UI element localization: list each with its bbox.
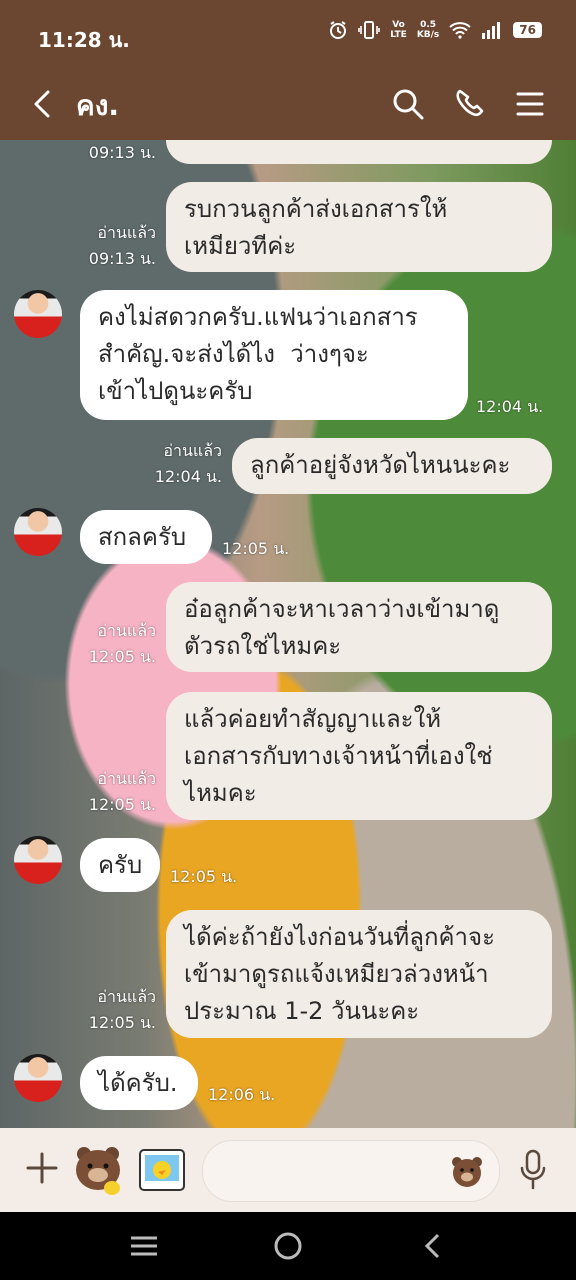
message-bubble-them[interactable]: สกลครับ [80,510,212,564]
alarm-icon [330,21,347,39]
avatar[interactable] [14,1054,62,1102]
message-time: 12:05 น. [170,867,238,886]
photo-sticker-icon[interactable] [134,1142,190,1198]
status-icons: Vo LTE 0.5 KB/s 76 [328,20,542,40]
status-time: 11:28 น. [38,28,130,52]
message-time: 09:13 น. [88,249,156,268]
chat-area[interactable]: ... 09:13 น. รบกวนลูกค้าส่งเอกสารให้ เหม… [0,140,576,1128]
status-bar: 11:28 น. Vo LTE 0.5 KB/s 76 [0,0,576,68]
back-icon[interactable] [26,84,66,124]
avatar[interactable] [14,836,62,884]
system-nav-bar [0,1212,576,1280]
vibrate-icon [358,21,381,39]
read-receipt: อ่านแล้ว [97,769,156,788]
message-time: 12:04 น. [476,397,544,416]
message-bubble-them[interactable]: ครับ [80,838,160,892]
message-bubble-them[interactable]: คงไม่สดวกครับ.แฟนว่าเอกสาร สำคัญ.จะส่งได… [80,290,468,420]
home-icon[interactable] [272,1230,304,1262]
message-bubble-mine[interactable]: อ๋อลูกค้าจะหาเวลาว่างเข้ามาดู ตัวรถใช่ไห… [166,582,552,672]
mic-icon[interactable] [518,1148,548,1192]
message-bubble-mine[interactable]: แล้วค่อยทำสัญญาและให้ เอกสารกับทางเจ้าหน… [166,692,552,820]
read-receipt: อ่านแล้ว [163,441,222,460]
message-text: สกลครับ [98,523,187,551]
message-time: 12:05 น. [222,539,290,558]
message-text: ลูกค้าอยู่จังหวัดไหนนะคะ [250,451,511,479]
message-bubble-mine[interactable]: ลูกค้าอยู่จังหวัดไหนนะคะ [232,438,552,494]
chat-title: คง. [76,89,120,122]
message-bubble-mine[interactable]: ได้ค่ะถ้ายังไงก่อนวันที่ลูกค้าจะ เข้ามาด… [166,910,552,1038]
plus-icon[interactable] [24,1150,60,1186]
message-text: ครับ [98,851,143,879]
message-time: 12:05 น. [88,647,156,666]
message-text: ได้ครับ. [98,1069,178,1097]
battery-level: 76 [513,22,542,38]
nav-back-icon[interactable] [418,1230,450,1262]
message-time: 12:05 น. [88,1013,156,1032]
message-text: รบกวนลูกค้าส่งเอกสารให้ เหมียวทีค่ะ [184,195,448,260]
recents-icon[interactable] [128,1230,160,1262]
message-time: 12:05 น. [88,795,156,814]
wifi-icon [449,22,471,39]
bear-emoji-icon[interactable] [449,1153,485,1189]
network-rate: 0.5 KB/s [416,20,440,40]
menu-icon[interactable] [508,82,552,126]
input-bar [0,1128,576,1212]
bear-sticker-icon[interactable] [70,1142,126,1198]
message-input[interactable] [202,1140,500,1202]
read-receipt: อ่านแล้ว [97,223,156,242]
volte-label: Vo LTE [390,20,407,40]
message-text: คงไม่สดวกครับ.แฟนว่าเอกสาร สำคัญ.จะส่งได… [98,303,418,405]
signal-icon [482,22,501,39]
message-bubble-mine[interactable]: ... [166,140,552,164]
avatar[interactable] [14,290,62,338]
read-receipt: อ่านแล้ว [97,621,156,640]
phone-icon[interactable] [448,82,492,126]
message-bubble-them[interactable]: ได้ครับ. [80,1056,198,1110]
message-text: แล้วค่อยทำสัญญาและให้ เอกสารกับทางเจ้าหน… [184,705,493,807]
read-receipt: อ่านแล้ว [97,987,156,1006]
chat-header: คง. [0,68,576,140]
message-bubble-mine[interactable]: รบกวนลูกค้าส่งเอกสารให้ เหมียวทีค่ะ [166,182,552,272]
avatar[interactable] [14,508,62,556]
message-time: 12:06 น. [208,1085,276,1104]
message-text: ได้ค่ะถ้ายังไงก่อนวันที่ลูกค้าจะ เข้ามาด… [184,923,495,1025]
search-icon[interactable] [386,82,430,126]
message-time: 12:04 น. [154,467,222,486]
message-time: 09:13 น. [88,143,156,162]
message-text: อ๋อลูกค้าจะหาเวลาว่างเข้ามาดู ตัวรถใช่ไห… [184,595,500,660]
